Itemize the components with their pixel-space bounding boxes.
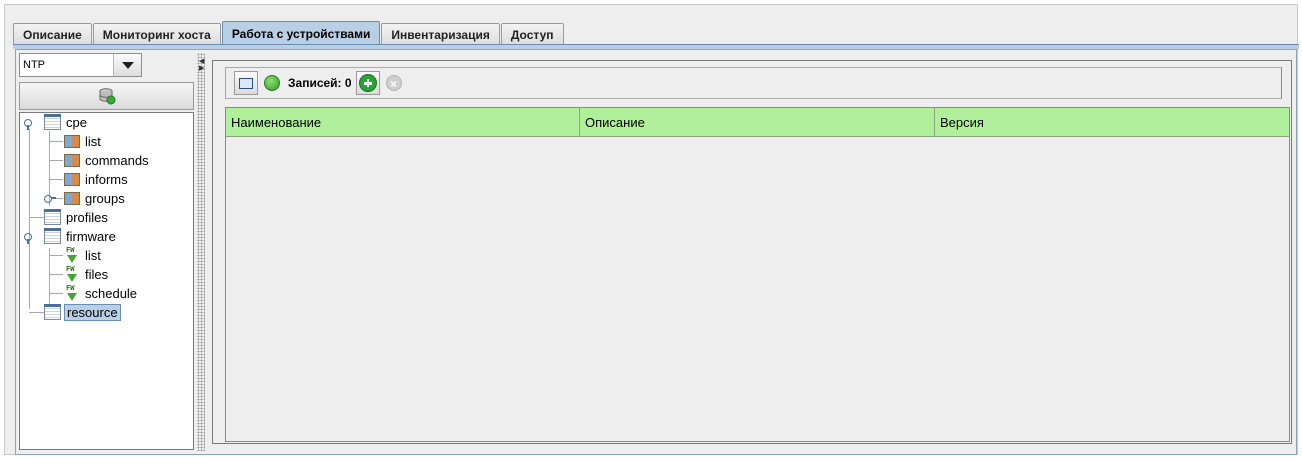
tree-node-label: list (85, 134, 101, 149)
table-icon (64, 192, 80, 205)
tree-toggle-icon[interactable] (24, 232, 36, 244)
tree-node-firmware-files[interactable]: FW files (64, 265, 110, 284)
column-header-description[interactable]: Описание (580, 108, 935, 137)
table-header: Наименование Описание Версия (226, 108, 1289, 137)
tree-node-label: cpe (66, 115, 87, 130)
data-table: Наименование Описание Версия (225, 107, 1290, 442)
records-count: Записей: 0 (288, 76, 352, 90)
firmware-download-icon: FW (64, 246, 80, 265)
folder-list-icon (44, 228, 61, 244)
tab-access[interactable]: Доступ (500, 23, 564, 45)
tree-node-label: groups (85, 191, 125, 206)
tree-node-cpe-commands[interactable]: commands (64, 151, 151, 170)
tab-content: NTP cpe list commands informs groups pro… (15, 49, 1297, 455)
left-panel: NTP cpe list commands informs groups pro… (19, 53, 194, 451)
tree-node-label: resource (64, 304, 121, 321)
tree-node-label: informs (85, 172, 128, 187)
database-refresh-button[interactable] (19, 82, 194, 110)
delete-button[interactable] (382, 71, 406, 95)
chevron-down-icon[interactable] (113, 54, 141, 76)
tree-toggle-icon[interactable] (44, 194, 56, 204)
tab-bar: Описание Мониторинг хоста Работа с устро… (13, 21, 565, 45)
tree-node-resource[interactable]: resource (44, 303, 121, 322)
tree-node-profiles[interactable]: profiles (44, 208, 110, 227)
add-icon (358, 74, 377, 92)
tab-host-monitoring[interactable]: Мониторинг хоста (92, 23, 221, 45)
category-select[interactable]: NTP (19, 53, 142, 77)
firmware-download-icon: FW (64, 265, 80, 284)
tree-node-label: firmware (66, 229, 116, 244)
fit-columns-button[interactable] (234, 71, 258, 95)
window-frame: Описание Мониторинг хоста Работа с устро… (4, 4, 1299, 455)
tree-node-label: list (85, 248, 101, 263)
tab-inventory[interactable]: Инвентаризация (381, 23, 500, 45)
table-icon (64, 154, 80, 167)
fit-icon (239, 77, 253, 89)
splitter-collapse-arrows[interactable]: ◀ ▶ (199, 58, 204, 72)
panel-splitter[interactable] (197, 53, 205, 451)
right-panel: Записей: 0 Наименование Описание Версия (212, 60, 1292, 444)
tree-node-firmware-schedule[interactable]: FW schedule (64, 284, 139, 303)
tab-description[interactable]: Описание (13, 23, 92, 45)
tree-node-cpe[interactable]: cpe (24, 113, 89, 132)
category-select-value: NTP (23, 59, 45, 71)
tree-node-cpe-list[interactable]: list (64, 132, 103, 151)
tree-node-label: commands (85, 153, 149, 168)
tree-toggle-icon[interactable] (24, 118, 36, 130)
tree-node-cpe-informs[interactable]: informs (64, 170, 130, 189)
firmware-download-icon: FW (64, 284, 80, 303)
refresh-icon (264, 75, 280, 91)
database-refresh-icon (99, 88, 115, 105)
column-header-version[interactable]: Версия (935, 108, 1289, 137)
tree-node-firmware[interactable]: firmware (24, 227, 118, 246)
tree-node-firmware-list[interactable]: FW list (64, 246, 103, 265)
add-button[interactable] (355, 71, 380, 95)
tree-node-label: profiles (66, 210, 108, 225)
refresh-button[interactable] (260, 71, 284, 95)
table-icon (64, 135, 80, 148)
tab-device-management[interactable]: Работа с устройствами (221, 21, 381, 45)
toolbar: Записей: 0 (225, 67, 1282, 99)
column-header-name[interactable]: Наименование (226, 108, 580, 137)
tree-node-cpe-groups[interactable]: groups (44, 189, 127, 208)
navigation-tree: cpe list commands informs groups profile… (19, 112, 194, 450)
folder-list-icon (44, 114, 61, 130)
tree-node-label: files (85, 267, 109, 282)
folder-list-icon (44, 209, 61, 225)
tree-node-label: schedule (85, 286, 138, 301)
folder-list-icon (44, 304, 61, 320)
delete-icon (385, 75, 402, 91)
table-icon (64, 173, 80, 186)
